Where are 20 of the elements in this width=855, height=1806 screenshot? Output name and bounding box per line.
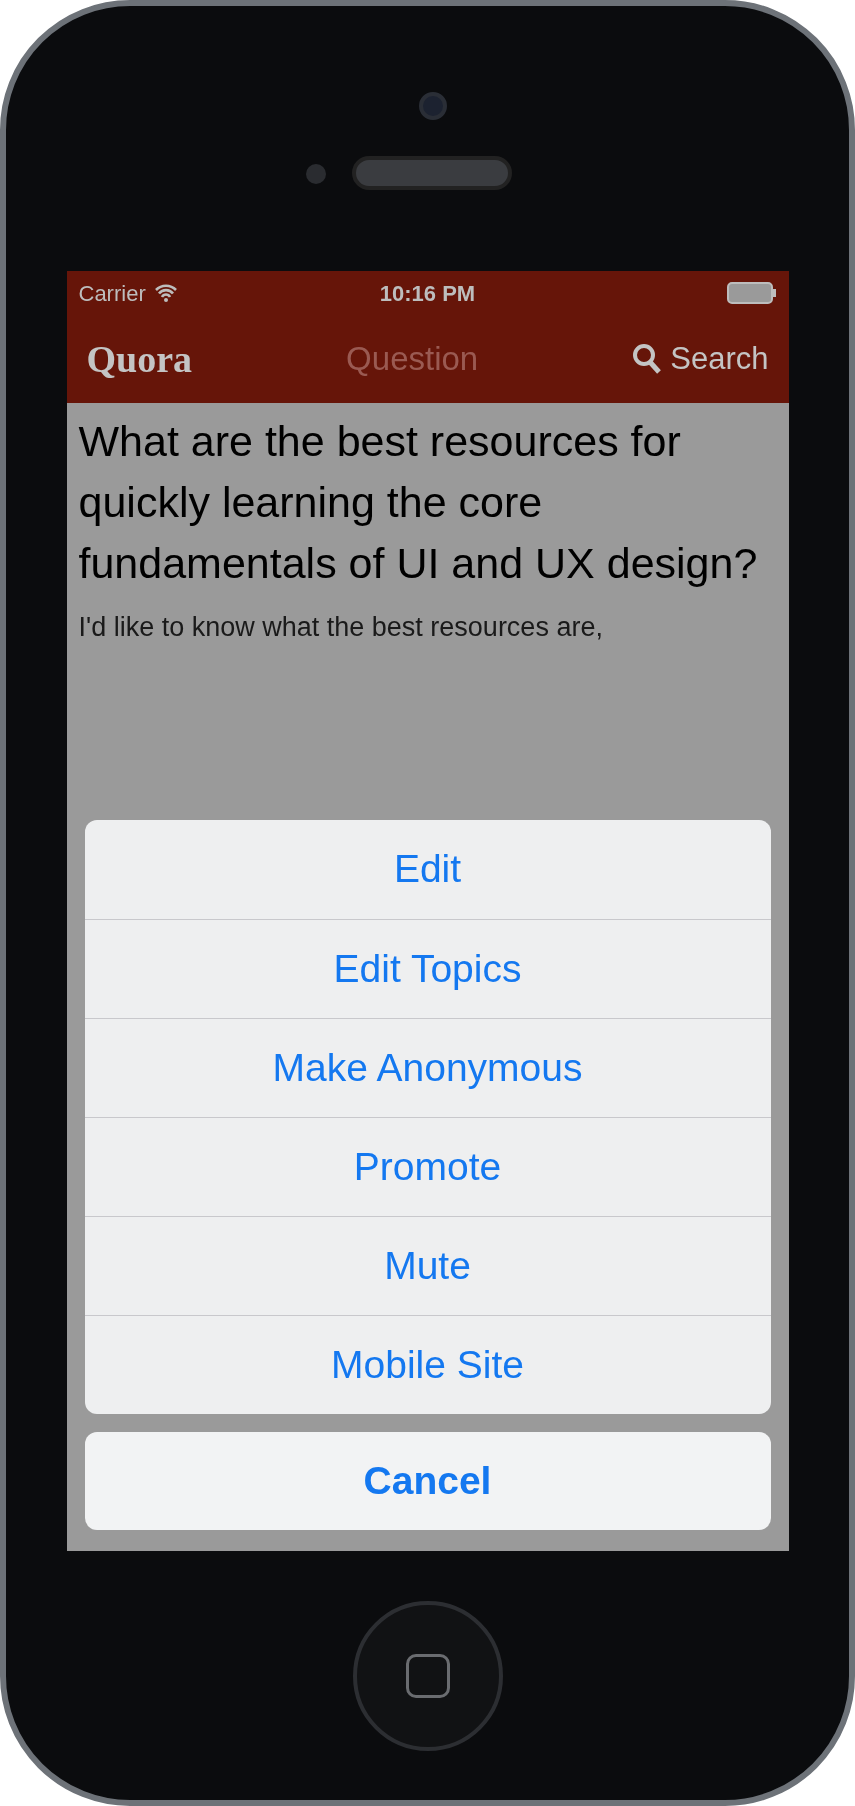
action-sheet-item[interactable]: Edit Topics bbox=[84, 919, 771, 1018]
action-sheet-item[interactable]: Mute bbox=[84, 1216, 771, 1315]
search-icon bbox=[632, 343, 663, 375]
screen-title: Question bbox=[345, 339, 480, 380]
carrier-name: Carrier bbox=[78, 279, 146, 308]
cancel-button[interactable]: Cancel bbox=[84, 1432, 771, 1530]
square-icon bbox=[405, 1653, 450, 1698]
action-sheet-item[interactable]: Make Anonymous bbox=[84, 1018, 771, 1117]
sensor-icon bbox=[306, 164, 326, 184]
app-logo[interactable]: Quora bbox=[86, 330, 193, 388]
battery-icon bbox=[726, 282, 777, 304]
question-details: I'd like to know what the best resources are, bbox=[78, 611, 604, 644]
action-sheet-item[interactable]: Promote bbox=[84, 1117, 771, 1216]
question-title: What are the best resources for quickly learning the core fundamentals of UI and UX design? bbox=[78, 416, 759, 589]
wifi-icon bbox=[153, 284, 178, 302]
action-sheet-item[interactable]: Edit bbox=[84, 820, 771, 919]
action-sheet-item[interactable]: Mobile Site bbox=[84, 1315, 771, 1414]
camera-icon bbox=[419, 92, 447, 120]
status-time: 10:16 PM bbox=[379, 279, 476, 308]
search-button[interactable]: Search bbox=[632, 335, 769, 383]
